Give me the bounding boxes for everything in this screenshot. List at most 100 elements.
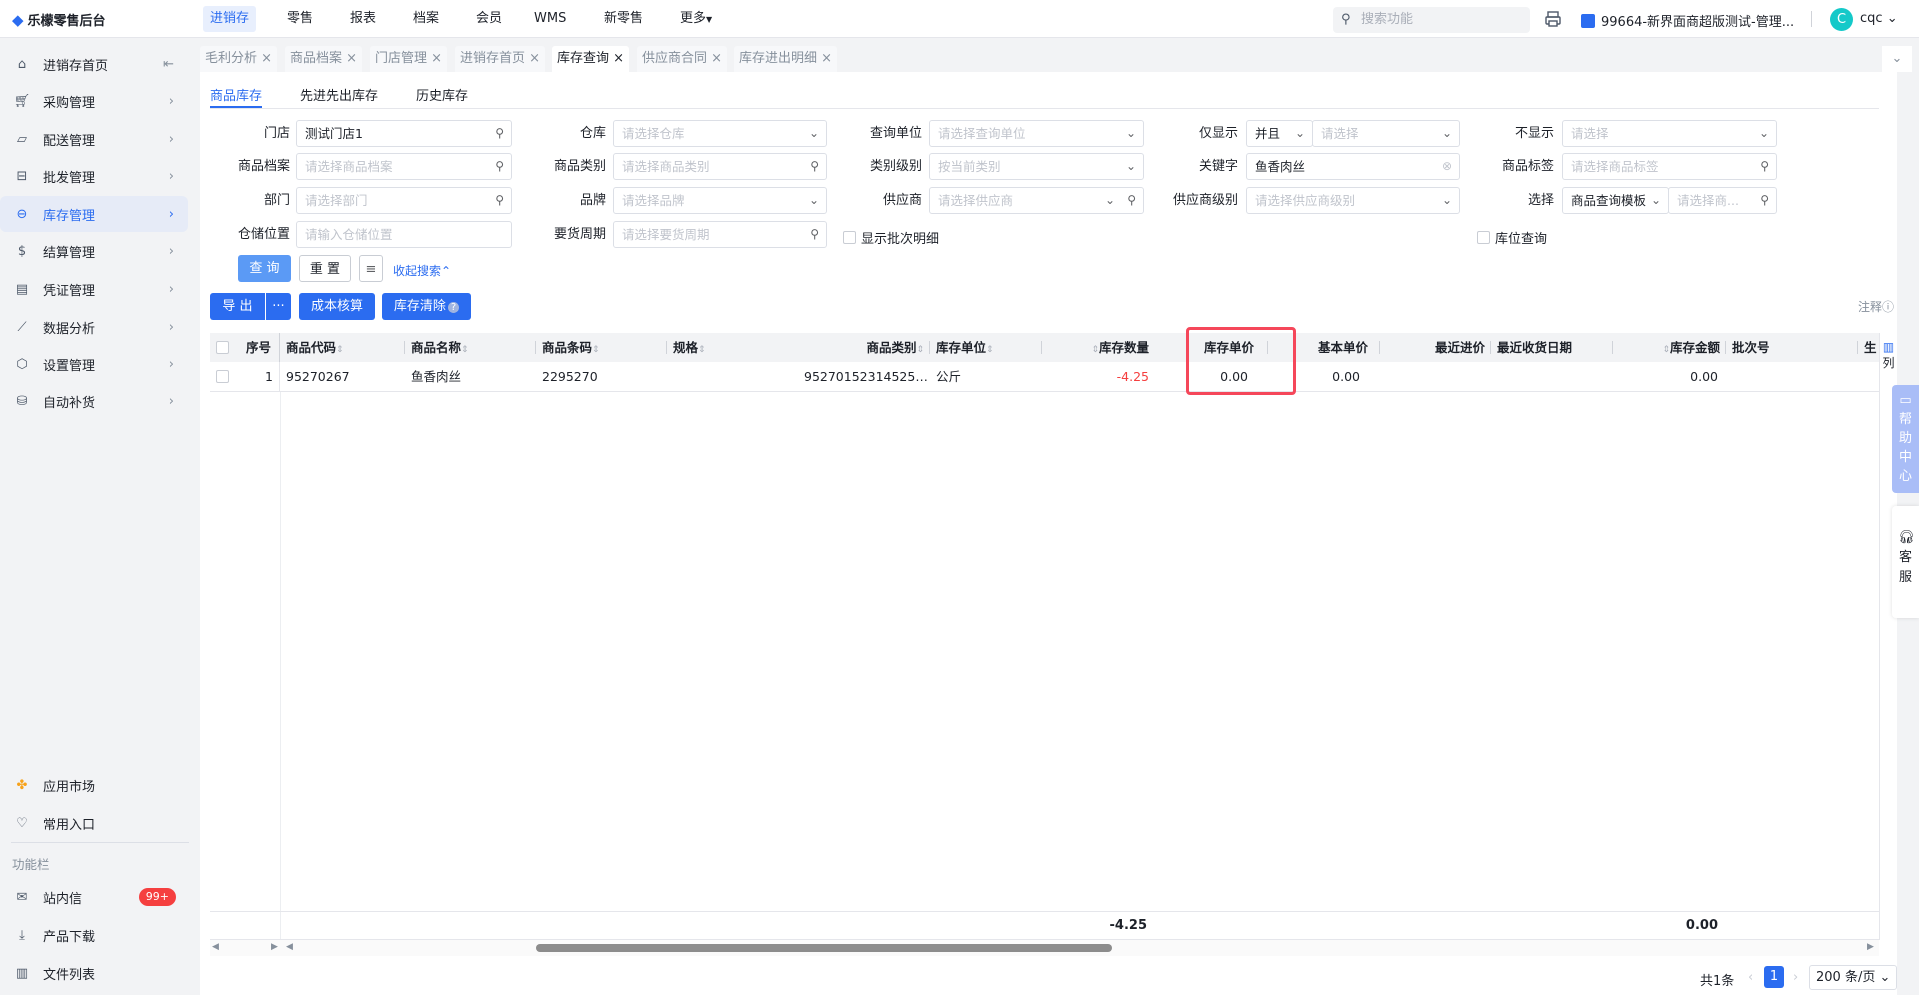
tabs-dropdown-icon[interactable]: ⌄ <box>1882 46 1912 72</box>
tab-store-mgmt[interactable]: 门店管理 × <box>370 46 448 72</box>
logo[interactable]: ◆ 乐檬零售后台 <box>12 10 106 30</box>
nav-jxc[interactable]: 进销存 <box>203 6 257 32</box>
query-unit-select[interactable]: 请选择查询单位 ⌄ <box>929 120 1144 147</box>
help-center-button[interactable]: ▭ 帮助中心 <box>1892 385 1919 493</box>
nav-report[interactable]: 报表 <box>343 6 383 32</box>
col-amount[interactable]: ⇕库存金额 <box>1613 333 1726 362</box>
sidebar-item-settings[interactable]: ⬡ 设置管理 › <box>0 346 188 382</box>
function-search[interactable]: ⚲ 搜索功能 <box>1333 7 1530 33</box>
col-last-receive-date[interactable]: 最近收货日期 <box>1491 333 1613 362</box>
sidebar-item-favorites[interactable]: ♡ 常用入口 <box>0 805 188 841</box>
product-file-input[interactable]: 请选择商品档案 ⚲ <box>296 153 512 180</box>
store-switcher[interactable]: 99664-新界面商超版测试-管理... <box>1581 11 1794 30</box>
nav-more[interactable]: 更多▼ <box>673 6 719 32</box>
export-more-button[interactable]: ··· <box>266 293 291 320</box>
nav-archive[interactable]: 档案 <box>406 6 446 32</box>
supplier-select[interactable]: 请选择供应商 ⌄ ⚲ <box>929 187 1144 214</box>
batch-detail-checkbox[interactable]: 显示批次明细 <box>843 228 939 247</box>
query-button[interactable]: 查 询 <box>238 255 291 282</box>
tab-inventory-detail[interactable]: 库存进出明细 × <box>734 46 838 72</box>
sidebar-item-files[interactable]: ▥ 文件列表 <box>0 955 188 991</box>
col-category[interactable]: 商品类别⇕ <box>798 333 930 362</box>
clear-inventory-button[interactable]: 库存清除? <box>382 293 471 320</box>
col-code[interactable]: 商品代码⇕ <box>280 333 405 362</box>
avatar[interactable]: C <box>1830 8 1853 31</box>
sort-icon[interactable]: ⇕ <box>461 345 469 355</box>
warehouse-select[interactable]: 请选择仓库 ⌄ <box>613 120 827 147</box>
sort-icon[interactable]: ⇕ <box>1091 345 1099 355</box>
nav-member[interactable]: 会员 <box>469 6 509 32</box>
subtab-product-inventory[interactable]: 商品库存 <box>210 85 262 104</box>
col-batch[interactable]: 批次号 <box>1726 333 1858 362</box>
sidebar-item-restock[interactable]: ⛁ 自动补货 › <box>0 383 188 419</box>
collapse-sidebar-icon[interactable]: ⇤ <box>163 57 174 72</box>
nav-new-retail[interactable]: 新零售 <box>597 6 650 32</box>
user-menu[interactable]: cqc ⌄ <box>1860 11 1898 26</box>
close-icon[interactable]: × <box>711 51 722 66</box>
row-checkbox[interactable] <box>210 362 240 392</box>
export-button[interactable]: 导 出 <box>210 293 265 320</box>
sidebar-item-messages[interactable]: ✉ 站内信 99+ <box>0 879 188 915</box>
scroll-left-icon[interactable]: ◀ <box>286 942 293 952</box>
sidebar-item-app-market[interactable]: ✤ 应用市场 <box>0 767 188 803</box>
page-1[interactable]: 1 <box>1764 966 1784 988</box>
col-barcode[interactable]: 商品条码⇕ <box>536 333 667 362</box>
sidebar-item-settlement[interactable]: $ 结算管理 › <box>0 233 188 269</box>
scroll-right-icon[interactable]: ▶ <box>1867 942 1874 952</box>
sidebar-item-home[interactable]: ⌂ 进销存首页 ⇤ <box>0 46 188 82</box>
only-show-mode-select[interactable]: 并且 ⌄ <box>1246 120 1313 147</box>
printer-icon[interactable] <box>1544 10 1562 28</box>
cycle-input[interactable]: 请选择要货周期 ⚲ <box>613 221 827 248</box>
nav-retail[interactable]: 零售 <box>280 6 320 32</box>
not-show-select[interactable]: 请选择 ⌄ <box>1562 120 1777 147</box>
sort-icon[interactable]: ⇕ <box>1662 345 1670 355</box>
scroll-right-icon[interactable]: ▶ <box>271 942 278 952</box>
notes-link[interactable]: 注释ⓘ <box>1858 298 1894 315</box>
tab-gross-profit[interactable]: 毛利分析 × <box>200 46 278 72</box>
supplier-level-select[interactable]: 请选择供应商级别 ⌄ <box>1246 187 1460 214</box>
template-select[interactable]: 商品查询模板 ⌄ <box>1562 187 1669 214</box>
collapse-search-link[interactable]: 收起搜索⌃ <box>393 262 451 279</box>
sort-icon[interactable]: ⇕ <box>986 345 994 355</box>
col-name[interactable]: 商品名称⇕ <box>405 333 536 362</box>
col-last-price[interactable]: 最近进价 <box>1380 333 1491 362</box>
close-icon[interactable]: × <box>821 51 832 66</box>
tab-jxc-home[interactable]: 进销存首页 × <box>455 46 546 72</box>
sidebar-item-analysis[interactable]: ⟋ 数据分析 › <box>0 309 188 345</box>
sidebar-item-voucher[interactable]: ▤ 凭证管理 › <box>0 271 188 307</box>
cost-calc-button[interactable]: 成本核算 <box>299 293 375 320</box>
close-icon[interactable]: × <box>261 51 272 66</box>
sort-icon[interactable]: ⇕ <box>336 345 344 355</box>
search-icon[interactable]: ⚲ <box>810 222 819 247</box>
store-input[interactable]: 测试门店1 ⚲ <box>296 120 512 147</box>
sidebar-item-download[interactable]: ⤓ 产品下载 <box>0 917 188 953</box>
col-spec[interactable]: 规格⇕ <box>667 333 798 362</box>
category-level-select[interactable]: 按当前类别 ⌄ <box>929 153 1144 180</box>
scrollbar-thumb[interactable] <box>536 944 1112 952</box>
sidebar-item-purchase[interactable]: 🛒︎ 采购管理 › <box>0 83 188 119</box>
close-icon[interactable]: × <box>346 51 357 66</box>
tag-input[interactable]: 请选择商品标签 ⚲ <box>1562 153 1777 180</box>
prev-page-icon[interactable]: ‹ <box>1748 970 1753 985</box>
tab-inventory-query[interactable]: 库存查询 × <box>552 46 630 72</box>
dept-input[interactable]: 请选择部门 ⚲ <box>296 187 512 214</box>
sidebar-item-wholesale[interactable]: ⊟ 批发管理 › <box>0 158 188 194</box>
category-input[interactable]: 请选择商品类别 ⚲ <box>613 153 827 180</box>
tab-supplier-contract[interactable]: 供应商合同 × <box>637 46 728 72</box>
close-icon[interactable]: × <box>529 51 540 66</box>
brand-select[interactable]: 请选择品牌 ⌄ <box>613 187 827 214</box>
page-size-select[interactable]: 200 条/页 ⌄ <box>1809 965 1897 990</box>
column-settings-button[interactable]: ▥ 列 <box>1879 333 1897 392</box>
scroll-left-icon[interactable]: ◀ <box>212 942 219 952</box>
select-all-checkbox[interactable] <box>210 333 240 362</box>
reset-button[interactable]: 重 置 <box>299 255 351 282</box>
sidebar-item-distribution[interactable]: ▱ 配送管理 › <box>0 121 188 157</box>
subtab-history[interactable]: 历史库存 <box>416 85 468 104</box>
col-unit[interactable]: 库存单位⇕ <box>930 333 1042 362</box>
col-qty[interactable]: ⇕库存数量 <box>1042 333 1155 362</box>
sidebar-item-inventory[interactable]: ⊖ 库存管理 › <box>0 196 188 232</box>
col-production[interactable]: 生 <box>1858 333 1879 362</box>
close-icon[interactable]: × <box>613 51 624 66</box>
customer-service-button[interactable]: 🎧︎ 客服 <box>1892 506 1919 618</box>
bin-query-checkbox[interactable]: 库位查询 <box>1477 228 1547 247</box>
